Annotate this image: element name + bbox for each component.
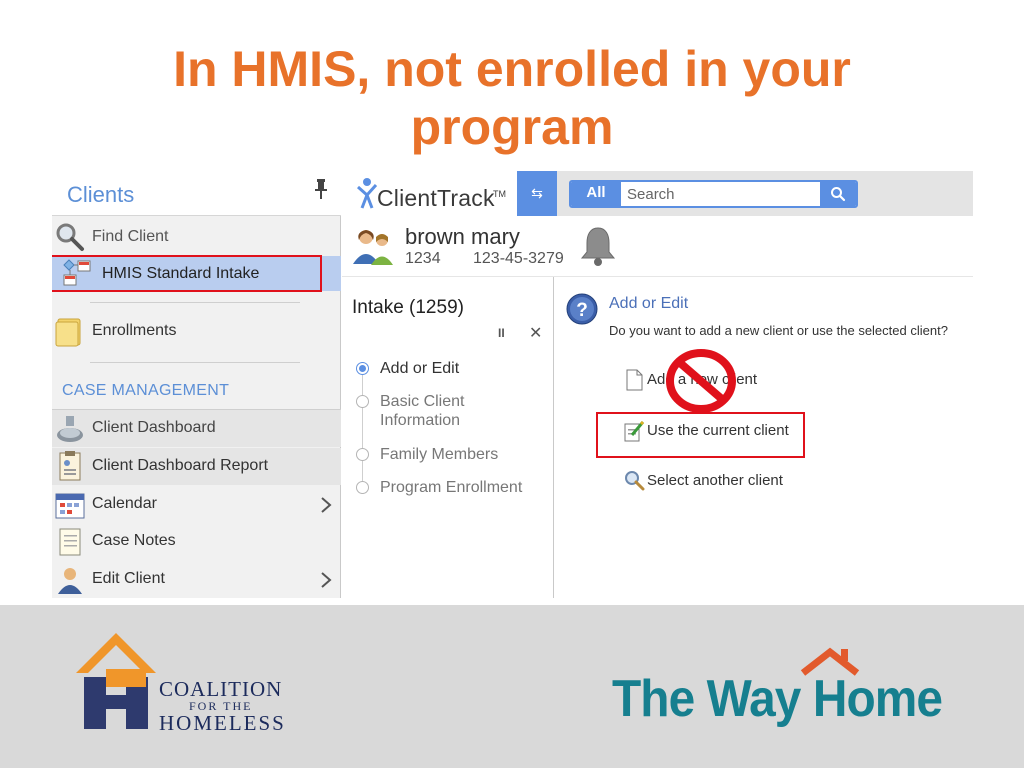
client-ssn: 123-45-3279 <box>473 250 564 267</box>
step-indicator <box>356 362 369 375</box>
clienttrack-logo[interactable]: ClientTrack TM <box>342 171 517 216</box>
step-label: Basic Client Information <box>380 393 465 429</box>
pin-icon[interactable] <box>314 179 328 199</box>
slide-title-line2: program <box>410 99 614 155</box>
chevron-right-icon[interactable] <box>320 496 332 514</box>
client-banner: brown mary 1234 123-45-3279 <box>342 216 973 277</box>
prohibited-icon <box>666 349 736 413</box>
sidebar-item-client-dashboard-report[interactable]: Client Dashboard Report <box>52 448 341 485</box>
search-input[interactable] <box>621 182 820 206</box>
coalition-house-logo <box>76 633 156 729</box>
section-title: Add or Edit <box>609 295 689 312</box>
chevron-right-icon[interactable] <box>320 571 332 589</box>
client-id: 1234 <box>405 250 441 267</box>
dashboard-icon <box>57 416 83 442</box>
sidebar-item-label: Client Dashboard <box>92 419 216 436</box>
help-icon: ? <box>566 293 598 325</box>
calendar-icon <box>55 493 85 519</box>
clienttrack-logo-icon <box>357 178 378 209</box>
highlight-box <box>596 412 805 458</box>
magnifier-icon <box>56 223 84 251</box>
sidebar-item-label: Find Client <box>92 228 169 245</box>
sidebar-title: Clients <box>67 182 135 207</box>
sidebar-item-client-dashboard[interactable]: Client Dashboard <box>52 410 341 447</box>
section-question: Do you want to add a new client or use t… <box>609 323 948 338</box>
divider <box>90 302 300 303</box>
swap-button[interactable]: ⇆ <box>517 171 557 216</box>
slide-footer: COALITION FOR THE HOMELESS The Way Home <box>0 605 1024 768</box>
step-indicator <box>356 448 369 461</box>
svg-text:?: ? <box>576 300 588 321</box>
logo-text: ClientTrack <box>377 185 495 211</box>
main-content: ? Add or Edit Do you want to add a new c… <box>555 277 973 598</box>
pause-button[interactable]: II <box>498 326 505 340</box>
divider <box>90 362 300 363</box>
app-header: ClientTrack TM ⇆ All <box>342 171 973 216</box>
intake-panel: Intake (1259) II ✕ Add or Edit Basic Cli… <box>342 277 554 598</box>
step-label: Program Enrollment <box>380 479 523 496</box>
sidebar-item-label: Edit Client <box>92 570 165 587</box>
search-bar: All <box>569 180 858 208</box>
folder-icon <box>55 318 81 347</box>
sidebar-item-enrollments[interactable]: Enrollments <box>52 313 341 350</box>
section-heading: CASE MANAGEMENT <box>62 382 230 399</box>
slide-title-line1: In HMIS, not enrolled in your <box>173 41 851 97</box>
coalition-name-line3: HOMELESS <box>159 711 286 735</box>
person-icon <box>58 568 82 594</box>
bell-icon[interactable] <box>578 225 618 267</box>
step-connector <box>362 372 363 492</box>
family-avatar-icon <box>353 230 393 265</box>
close-button[interactable]: ✕ <box>529 323 542 343</box>
sidebar-item-edit-client[interactable]: Edit Client <box>52 561 341 598</box>
page-icon <box>626 369 643 391</box>
report-icon <box>59 451 81 481</box>
logo-trademark: TM <box>493 189 506 199</box>
client-name: brown mary <box>405 224 520 249</box>
sidebar-item-label: Enrollments <box>92 322 177 339</box>
sidebar-item-case-notes[interactable]: Case Notes <box>52 523 341 560</box>
step-indicator <box>356 395 369 408</box>
the-way-home-logo-text: The Way Home <box>612 670 943 728</box>
sidebar-item-find-client[interactable]: Find Client <box>52 219 341 256</box>
step-indicator <box>356 481 369 494</box>
step-label: Family Members <box>380 446 499 463</box>
option-label: Select another client <box>647 472 783 489</box>
search-button[interactable] <box>820 182 856 206</box>
sidebar-item-label: Case Notes <box>92 532 176 549</box>
sidebar-header: Clients <box>52 171 341 216</box>
step-label: Add or Edit <box>380 360 460 377</box>
magnifier-icon <box>625 471 645 491</box>
slide-title: In HMIS, not enrolled in your program <box>0 40 1024 156</box>
notes-icon <box>59 528 81 556</box>
highlight-box <box>52 255 322 292</box>
sidebar-item-label: Client Dashboard Report <box>92 457 269 474</box>
search-scope-dropdown[interactable]: All <box>571 182 621 206</box>
sidebar: Clients Find Client HMIS Standard Intake… <box>52 171 341 598</box>
sidebar-item-calendar[interactable]: Calendar <box>52 486 341 523</box>
search-icon <box>831 187 846 202</box>
intake-title: Intake (1259) <box>352 297 464 318</box>
clienttrack-screenshot: Clients Find Client HMIS Standard Intake… <box>52 171 973 598</box>
sidebar-item-label: Calendar <box>92 495 157 512</box>
